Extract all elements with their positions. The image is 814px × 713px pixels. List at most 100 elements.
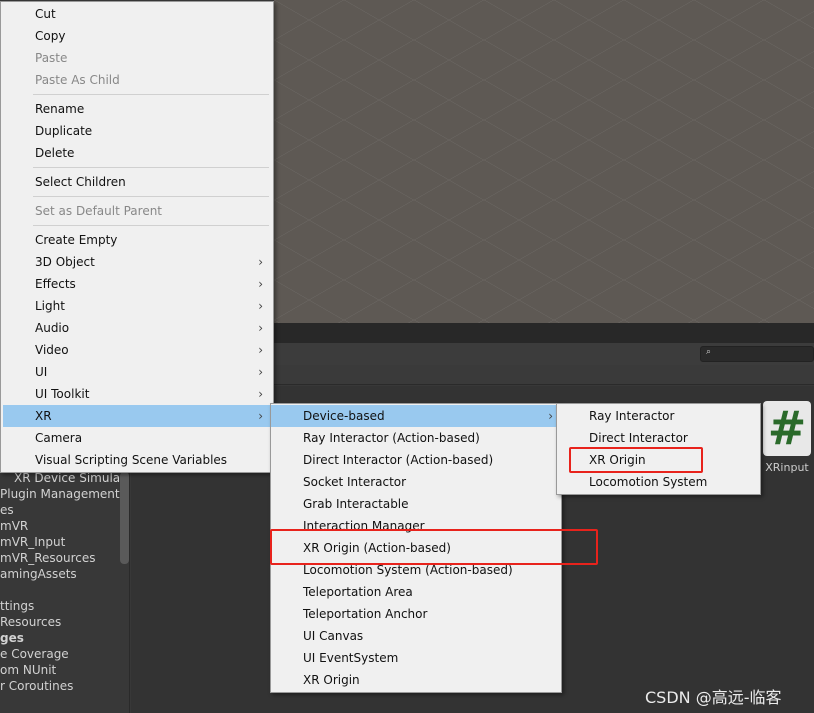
chevron-right-icon: › — [258, 321, 263, 335]
project-tree-item[interactable]: Resources — [0, 614, 129, 630]
chevron-right-icon: › — [258, 409, 263, 423]
menu-item-direct-interactor[interactable]: Direct Interactor — [557, 427, 760, 449]
menu-item-label: Effects — [35, 277, 76, 291]
menu-item-label: Direct Interactor (Action-based) — [303, 453, 494, 467]
chevron-right-icon: › — [258, 343, 263, 357]
menu-item-label: Teleportation Anchor — [303, 607, 428, 621]
menu-item-label: Visual Scripting Scene Variables — [35, 453, 228, 467]
project-tree-item[interactable] — [0, 582, 129, 598]
menu-item-label: Teleportation Area — [303, 585, 413, 599]
menu-item-label: 3D Object — [35, 255, 95, 269]
chevron-right-icon: › — [258, 365, 263, 379]
menu-item-rename[interactable]: Rename — [3, 98, 271, 120]
menu-item-duplicate[interactable]: Duplicate — [3, 120, 271, 142]
menu-item-teleportation-area[interactable]: Teleportation Area — [271, 581, 561, 603]
scene-view[interactable] — [274, 0, 814, 323]
menu-item-cut[interactable]: Cut — [3, 3, 271, 25]
chevron-right-icon: › — [258, 277, 263, 291]
menu-item-audio[interactable]: Audio › — [3, 317, 271, 339]
chevron-right-icon: › — [258, 255, 263, 269]
menu-item-ui-eventsystem[interactable]: UI EventSystem — [271, 647, 561, 669]
menu-item-set-as-default-parent: Set as Default Parent — [3, 200, 271, 222]
watermark: CSDN @高远-临客 — [645, 688, 782, 707]
menu-separator — [33, 167, 269, 168]
menu-item-direct-interactor-action-based[interactable]: Direct Interactor (Action-based) — [271, 449, 561, 471]
menu-item-label: Ray Interactor — [589, 409, 675, 423]
menu-item-label: Light — [35, 299, 65, 313]
project-tree-item[interactable]: ges — [0, 630, 129, 646]
menu-item-ray-interactor-action-based[interactable]: Ray Interactor (Action-based) — [271, 427, 561, 449]
menu-item-delete[interactable]: Delete — [3, 142, 271, 164]
menu-item-label: Paste — [35, 51, 68, 65]
breadcrumb-bar — [274, 365, 814, 385]
project-tree-item[interactable]: mVR_Resources — [0, 550, 129, 566]
menu-item-label: UI Toolkit — [35, 387, 90, 401]
scrollbar[interactable] — [120, 472, 129, 564]
menu-item-label: Camera — [35, 431, 83, 445]
menu-item-xr-origin[interactable]: XR Origin — [271, 669, 561, 691]
project-tree-item[interactable]: mVR_Input — [0, 534, 129, 550]
menu-item-copy[interactable]: Copy — [3, 25, 271, 47]
menu-item-xr[interactable]: XR › — [3, 405, 271, 427]
panel-tab-bar — [274, 323, 814, 343]
menu-item-label: Paste As Child — [35, 73, 120, 87]
menu-item-label: Locomotion System — [589, 475, 708, 489]
menu-separator — [33, 94, 269, 95]
menu-item-label: Set as Default Parent — [35, 204, 163, 218]
context-menu: Cut Copy Paste Paste As Child Rename Duplicat… — [0, 1, 274, 473]
menu-item-label: Create Empty — [35, 233, 118, 247]
menu-item-socket-interactor[interactable]: Socket Interactor — [271, 471, 561, 493]
project-tree-item[interactable]: om NUnit — [0, 662, 129, 678]
project-tree-item[interactable]: r Coroutines — [0, 678, 129, 694]
menu-item-label: UI Canvas — [303, 629, 364, 643]
menu-item-3d-object[interactable]: 3D Object › — [3, 251, 271, 273]
menu-item-ui-canvas[interactable]: UI Canvas — [271, 625, 561, 647]
menu-item-label: Rename — [35, 102, 85, 116]
menu-item-paste: Paste — [3, 47, 271, 69]
menu-item-paste-as-child: Paste As Child — [3, 69, 271, 91]
menu-item-video[interactable]: Video › — [3, 339, 271, 361]
menu-item-label: Select Children — [35, 175, 126, 189]
menu-item-teleportation-anchor[interactable]: Teleportation Anchor — [271, 603, 561, 625]
menu-item-visual-scripting-scene-variables[interactable]: Visual Scripting Scene Variables — [3, 449, 271, 471]
menu-item-label: Cut — [35, 7, 56, 21]
chevron-right-icon: › — [258, 387, 263, 401]
menu-item-label: Delete — [35, 146, 75, 160]
menu-item-label: Ray Interactor (Action-based) — [303, 431, 480, 445]
highlight-box-xr-origin — [569, 447, 703, 473]
menu-item-label: XR — [35, 409, 52, 423]
script-asset-icon[interactable]: # — [763, 401, 811, 456]
menu-separator — [33, 225, 269, 226]
menu-item-label: Locomotion System (Action-based) — [303, 563, 513, 577]
menu-item-label: XR Origin — [303, 673, 360, 687]
search-input[interactable]: ⌕ — [700, 346, 814, 362]
project-tree-item[interactable]: ttings — [0, 598, 129, 614]
project-tree: XR Device Simulat Plugin Management es mVR m… — [0, 470, 130, 713]
menu-item-device-based[interactable]: Device-based › — [271, 405, 561, 427]
search-icon: ⌕ — [706, 347, 712, 357]
menu-item-select-children[interactable]: Select Children — [3, 171, 271, 193]
menu-item-effects[interactable]: Effects › — [3, 273, 271, 295]
menu-item-locomotion-system[interactable]: Locomotion System — [557, 471, 760, 493]
menu-item-label: Video — [35, 343, 69, 357]
menu-item-camera[interactable]: Camera — [3, 427, 271, 449]
menu-item-label: UI — [35, 365, 48, 379]
project-tree-item[interactable]: Plugin Management — [0, 486, 129, 502]
menu-separator — [33, 196, 269, 197]
menu-item-grab-interactable[interactable]: Grab Interactable — [271, 493, 561, 515]
project-tree-item[interactable]: es — [0, 502, 129, 518]
project-tree-item[interactable]: mVR — [0, 518, 129, 534]
menu-item-label: Audio — [35, 321, 70, 335]
menu-item-create-empty[interactable]: Create Empty — [3, 229, 271, 251]
menu-item-label: Device-based — [303, 409, 385, 423]
menu-item-light[interactable]: Light › — [3, 295, 271, 317]
chevron-right-icon: › — [258, 299, 263, 313]
project-tree-item[interactable]: e Coverage — [0, 646, 129, 662]
menu-item-label: Duplicate — [35, 124, 93, 138]
menu-item-label: Copy — [35, 29, 66, 43]
project-tree-item[interactable]: amingAssets — [0, 566, 129, 582]
menu-item-ui[interactable]: UI › — [3, 361, 271, 383]
asset-name: XRinput — [765, 461, 809, 474]
menu-item-ray-interactor[interactable]: Ray Interactor — [557, 405, 760, 427]
menu-item-ui-toolkit[interactable]: UI Toolkit › — [3, 383, 271, 405]
